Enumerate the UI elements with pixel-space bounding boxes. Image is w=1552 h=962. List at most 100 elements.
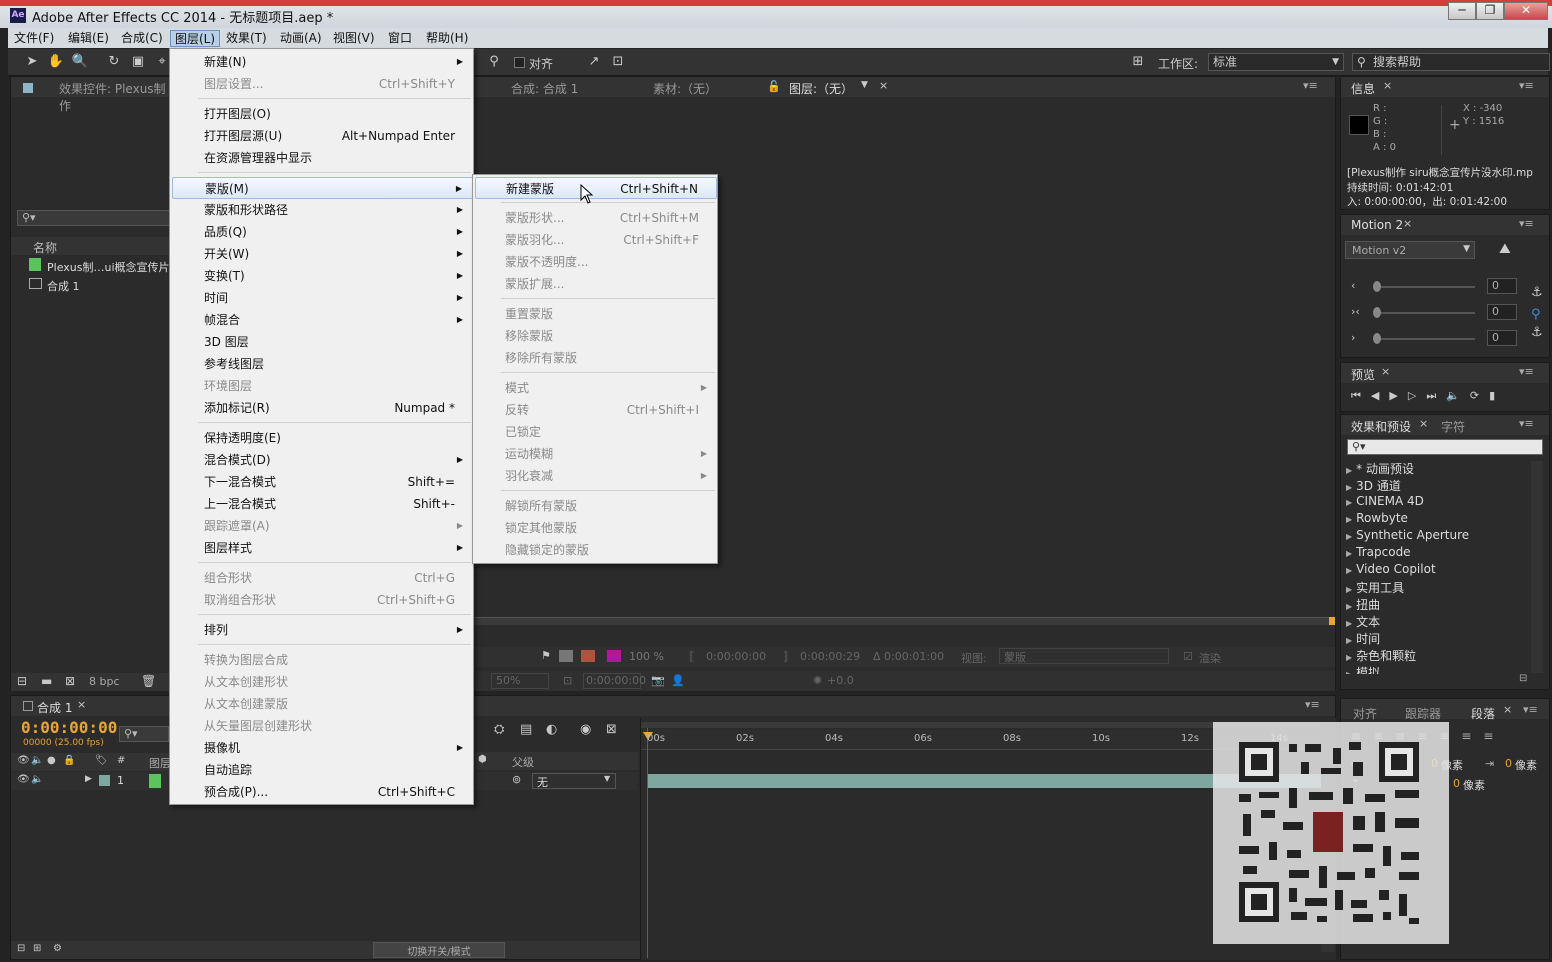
menu-item-14[interactable]: 运动模糊 ▶ [475, 443, 717, 465]
menu-item-36[interactable]: 自动追踪 [172, 759, 473, 781]
menu-item-18[interactable]: 锁定其他蒙版 [475, 517, 717, 539]
toggle-switches-modes-button[interactable]: 切换开关/模式 [373, 942, 505, 958]
close-tab-icon[interactable]: × [1503, 703, 1512, 716]
weight-icon[interactable]: ⚓ [1531, 285, 1543, 300]
effect-controls-tab[interactable]: 效果控件: Plexus制作 [59, 80, 169, 114]
camera-icon[interactable]: 📷 [651, 674, 665, 687]
menu-edit[interactable]: 编辑(E) [64, 30, 113, 47]
expand-triangle-icon[interactable]: ▶ [1346, 602, 1352, 611]
slider-handle[interactable] [1373, 307, 1381, 318]
project-item[interactable]: Plexus制…ui概念宣传片 [27, 257, 170, 274]
expand-triangle-icon[interactable]: ▶ [1346, 566, 1352, 575]
timeline-search-input[interactable]: ⚲▾ [119, 726, 169, 742]
new-folder-icon[interactable]: ▬ [41, 674, 52, 688]
camera-tool-icon[interactable]: ▣ [128, 53, 148, 71]
effects-category-item[interactable]: ▶ 3D 通道 [1346, 477, 1401, 494]
close-tab-icon[interactable]: × [1419, 417, 1428, 430]
next-frame-icon[interactable]: ▷ [1408, 389, 1426, 402]
menu-item-3[interactable]: 蒙版羽化... Ctrl+Shift+F [475, 229, 717, 251]
value-field[interactable]: 0 [1487, 278, 1517, 294]
in-point-icon[interactable]: ⟦ [689, 650, 694, 663]
indent-right-value[interactable]: 0 [1505, 757, 1512, 770]
menu-item-21[interactable]: 下一混合模式 Shift+= [172, 471, 473, 493]
menu-item-27[interactable]: 取消组合形状 Ctrl+Shift+G [172, 589, 473, 611]
region-icon[interactable]: ⊡ [563, 674, 572, 687]
out-point-icon[interactable]: ⟧ [783, 650, 788, 663]
menu-item-14[interactable]: 3D 图层 [172, 331, 473, 353]
selection-tool-icon[interactable]: ➤ [22, 53, 42, 71]
panel-menu-icon[interactable]: ▾≡ [1303, 79, 1318, 92]
menu-view[interactable]: 视图(V) [329, 30, 379, 47]
lock-icon[interactable]: 🔓 [767, 80, 781, 93]
panel-menu-icon[interactable]: ▾≡ [1305, 698, 1320, 711]
ram-preview-icon[interactable]: ▮ [1489, 389, 1505, 402]
menu-layer[interactable]: 图层(L) [170, 30, 221, 47]
new-preset-icon[interactable]: ⊟ [1519, 673, 1527, 684]
snap-icon[interactable]: ↗ [584, 53, 604, 71]
motion-blur-icon[interactable]: ◐ [546, 722, 557, 737]
space-value[interactable]: 0 [1453, 777, 1460, 790]
effects-category-item[interactable]: ▶ Trapcode [1346, 545, 1411, 562]
menu-item-11[interactable]: 变换(T) ▶ [172, 265, 473, 287]
trash-icon[interactable]: 🗑 [141, 674, 156, 688]
menu-composition[interactable]: 合成(C) [117, 30, 167, 47]
layer-name-header[interactable]: 图层 [149, 755, 171, 771]
person-icon[interactable]: 👤 [671, 674, 685, 687]
maximize-button[interactable]: ❐ [1476, 2, 1504, 20]
menu-item-20[interactable]: 混合模式(D) ▶ [172, 449, 473, 471]
menu-item-35[interactable]: 摄像机 ▶ [172, 737, 473, 759]
audio-icon[interactable]: 🔈 [1446, 389, 1470, 402]
bit-depth-label[interactable]: 8 bpc [89, 675, 120, 688]
menu-item-32[interactable]: 从文本创建形状 [172, 671, 473, 693]
loop-icon[interactable]: ⟳ [1470, 389, 1489, 402]
eye-icon[interactable]: 👁 [17, 774, 30, 785]
last-frame-icon[interactable]: ⏭ [1426, 389, 1446, 402]
out-point-time[interactable]: 0:00:00:29 [800, 650, 860, 663]
effects-category-item[interactable]: ▶ 文本 [1346, 613, 1380, 630]
in-point-time[interactable]: 0:00:00:00 [706, 650, 766, 663]
panel-menu-icon[interactable]: ▾≡ [1519, 217, 1534, 230]
search-help-input[interactable]: ⚲ 搜索帮助 [1352, 53, 1550, 71]
graph-editor-icon[interactable]: ⚙ [53, 943, 62, 954]
effects-category-item[interactable]: ▶ 模拟 [1346, 664, 1380, 674]
justify-right-icon[interactable]: ≡ [1461, 729, 1483, 743]
effects-category-item[interactable]: ▶ Video Copilot [1346, 562, 1436, 579]
project-search-input[interactable]: ⚲▾ [17, 210, 171, 226]
expand-triangle-icon[interactable]: ▶ [1346, 653, 1352, 662]
menu-file[interactable]: 文件(F) [10, 30, 58, 47]
solo-icon[interactable]: ● [47, 755, 56, 766]
exposure-value[interactable]: +0.0 [827, 674, 854, 687]
close-tab-icon[interactable]: × [1403, 217, 1412, 230]
menu-item-23[interactable]: 跟踪遮罩(A) ▶ [172, 515, 473, 537]
expand-triangle-icon[interactable]: ▶ [1346, 483, 1352, 492]
effects-category-item[interactable]: ▶ CINEMA 4D [1346, 494, 1424, 511]
menu-item-8[interactable]: 蒙版和形状路径 ▶ [172, 199, 473, 221]
effects-scrollbar[interactable] [1531, 461, 1543, 673]
menu-item-12[interactable]: 时间 ▶ [172, 287, 473, 309]
panel-menu-icon[interactable]: ▾≡ [1523, 703, 1538, 716]
viewer-scroll-bar[interactable] [471, 617, 1333, 625]
label-icon[interactable]: 🏷 [95, 755, 108, 766]
graph-icon[interactable]: ◉ [580, 722, 591, 737]
slider-track[interactable] [1375, 286, 1475, 288]
menu-item-15[interactable]: 参考线图层 [172, 353, 473, 375]
close-tab-icon[interactable]: × [1383, 79, 1392, 92]
transfer-controls-icon[interactable]: ⊞ [33, 943, 41, 954]
panel-menu-icon[interactable]: ▾≡ [1519, 365, 1534, 378]
close-tab-icon[interactable]: × [1381, 365, 1390, 378]
effects-category-item[interactable]: ▶ Rowbyte [1346, 511, 1408, 528]
pick-whip-icon[interactable]: ⊚ [512, 773, 521, 786]
expand-triangle-icon[interactable]: ▶ [1346, 549, 1352, 558]
menu-item-3[interactable]: 打开图层(O) [172, 103, 473, 125]
composition-tab[interactable]: 合成: 合成 1 [511, 80, 578, 97]
effects-search-input[interactable]: ⚲▾ [1347, 439, 1543, 455]
chevron-left-icon[interactable]: ‹ [1351, 279, 1355, 292]
menu-item-26[interactable]: 组合形状 Ctrl+G [172, 567, 473, 589]
audio-icon[interactable]: 🔈 [31, 774, 43, 785]
menu-item-7[interactable]: 重置蒙版 [475, 303, 717, 325]
menu-item-31[interactable]: 转换为图层合成 [172, 649, 473, 671]
effects-category-item[interactable]: ▶ 实用工具 [1346, 579, 1404, 596]
menu-item-12[interactable]: 反转 Ctrl+Shift+I [475, 399, 717, 421]
menu-item-0[interactable]: 新建(N) ▶ [172, 51, 473, 73]
menu-item-0[interactable]: 新建蒙版 Ctrl+Shift+N [475, 177, 717, 199]
